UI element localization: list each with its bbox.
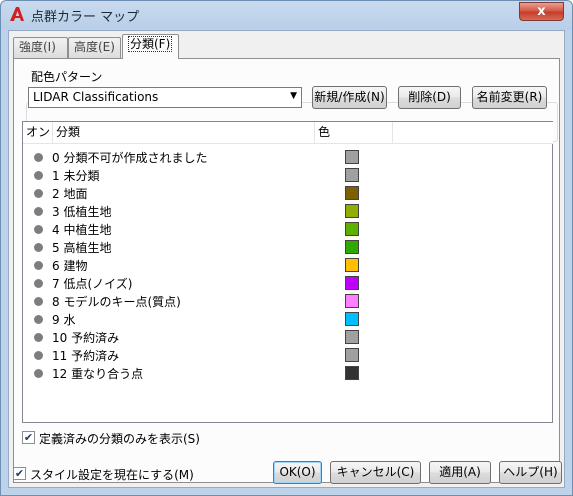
class-label: 3 低植生地 [52, 205, 112, 219]
color-swatch[interactable] [345, 348, 359, 362]
cancel-button[interactable]: キャンセル(C) [330, 461, 421, 484]
color-swatch[interactable] [345, 150, 359, 164]
color-swatch[interactable] [345, 204, 359, 218]
class-label: 12 重なり合う点 [52, 367, 144, 381]
color-scheme-dropdown[interactable]: LIDAR Classifications ▼ [28, 87, 302, 108]
new-scheme-button[interactable]: 新規/作成(N) [312, 86, 387, 109]
ok-button[interactable]: OK(O) [273, 461, 322, 484]
class-label: 8 モデルのキー点(質点) [52, 295, 181, 309]
delete-scheme-button[interactable]: 削除(D) [398, 86, 461, 109]
set-current-style-checkbox[interactable]: ✔ [13, 467, 26, 480]
help-button[interactable]: ヘルプ(H) [499, 461, 562, 484]
class-label: 2 地面 [52, 187, 88, 201]
show-defined-only-checkbox[interactable]: ✔ [22, 431, 35, 444]
on-toggle-dot[interactable] [34, 333, 43, 342]
close-button[interactable]: x [519, 2, 564, 21]
color-swatch[interactable] [345, 330, 359, 344]
on-toggle-dot[interactable] [34, 189, 43, 198]
on-toggle-dot[interactable] [34, 207, 43, 216]
class-label: 4 中植生地 [52, 223, 112, 237]
class-label: 5 高植生地 [52, 241, 112, 255]
class-label: 9 水 [52, 313, 76, 327]
list-item[interactable]: 2 地面 [23, 184, 553, 202]
list-item[interactable]: 9 水 [23, 310, 553, 328]
list-item[interactable]: 6 建物 [23, 256, 553, 274]
column-header-on[interactable]: オン [23, 122, 53, 143]
on-toggle-dot[interactable] [34, 297, 43, 306]
class-label: 1 未分類 [52, 169, 100, 183]
on-toggle-dot[interactable] [34, 171, 43, 180]
list-item[interactable]: 8 モデルのキー点(質点) [23, 292, 553, 310]
list-item[interactable]: 0 分類不可が作成されました [23, 148, 553, 166]
color-swatch[interactable] [345, 240, 359, 254]
set-current-style-label[interactable]: スタイル設定を現在にする(M) [30, 466, 194, 483]
list-item[interactable]: 3 低植生地 [23, 202, 553, 220]
column-header-color[interactable]: 色 [315, 122, 393, 143]
on-toggle-dot[interactable] [34, 279, 43, 288]
class-label: 7 低点(ノイズ) [52, 277, 133, 291]
on-toggle-dot[interactable] [34, 315, 43, 324]
rename-scheme-button[interactable]: 名前変更(R) [472, 86, 547, 109]
list-item[interactable]: 7 低点(ノイズ) [23, 274, 553, 292]
on-toggle-dot[interactable] [34, 261, 43, 270]
color-swatch[interactable] [345, 222, 359, 236]
on-toggle-dot[interactable] [34, 153, 43, 162]
list-item[interactable]: 11 予約済み [23, 346, 553, 364]
classification-list[interactable]: オン 分類 色 0 分類不可が作成されました 1 未分類 2 地面 3 低植生地… [22, 121, 553, 423]
class-label: 0 分類不可が作成されました [52, 151, 208, 165]
checkmark-icon: ✔ [23, 431, 34, 444]
column-header-class[interactable]: 分類 [53, 122, 315, 143]
list-item[interactable]: 10 予約済み [23, 328, 553, 346]
color-swatch[interactable] [345, 258, 359, 272]
show-defined-only-label[interactable]: 定義済みの分類のみを表示(S) [39, 430, 200, 447]
title-bar[interactable]: 点群カラー マップ x [1, 1, 572, 29]
autocad-app-icon [10, 7, 24, 21]
tab-intensity[interactable]: 強度(I) [13, 37, 68, 58]
apply-button[interactable]: 適用(A) [429, 461, 491, 484]
list-item[interactable]: 1 未分類 [23, 166, 553, 184]
color-swatch[interactable] [345, 294, 359, 308]
tab-elevation[interactable]: 高度(E) [68, 37, 121, 58]
checkmark-icon: ✔ [14, 467, 25, 480]
class-label: 11 予約済み [52, 349, 120, 363]
list-item[interactable]: 12 重なり合う点 [23, 364, 553, 382]
on-toggle-dot[interactable] [34, 369, 43, 378]
color-swatch[interactable] [345, 366, 359, 380]
chevron-down-icon: ▼ [290, 91, 297, 101]
on-toggle-dot[interactable] [34, 243, 43, 252]
class-label: 10 予約済み [52, 331, 120, 345]
color-swatch[interactable] [345, 312, 359, 326]
list-item[interactable]: 5 高植生地 [23, 238, 553, 256]
on-toggle-dot[interactable] [34, 351, 43, 360]
color-swatch[interactable] [345, 186, 359, 200]
color-scheme-selected: LIDAR Classifications [33, 90, 159, 104]
window-title: 点群カラー マップ [31, 10, 140, 25]
dialog-window: 点群カラー マップ x 強度(I) 高度(E) 分類(F) 配色パターン LID… [0, 0, 573, 496]
color-scheme-group-label: 配色パターン [28, 68, 106, 85]
list-header: オン 分類 色 [23, 122, 553, 144]
on-toggle-dot[interactable] [34, 225, 43, 234]
color-swatch[interactable] [345, 168, 359, 182]
close-icon: x [537, 4, 546, 19]
color-swatch[interactable] [345, 276, 359, 290]
class-label: 6 建物 [52, 259, 88, 273]
list-item[interactable]: 4 中植生地 [23, 220, 553, 238]
tab-classification[interactable]: 分類(F) [122, 34, 179, 59]
